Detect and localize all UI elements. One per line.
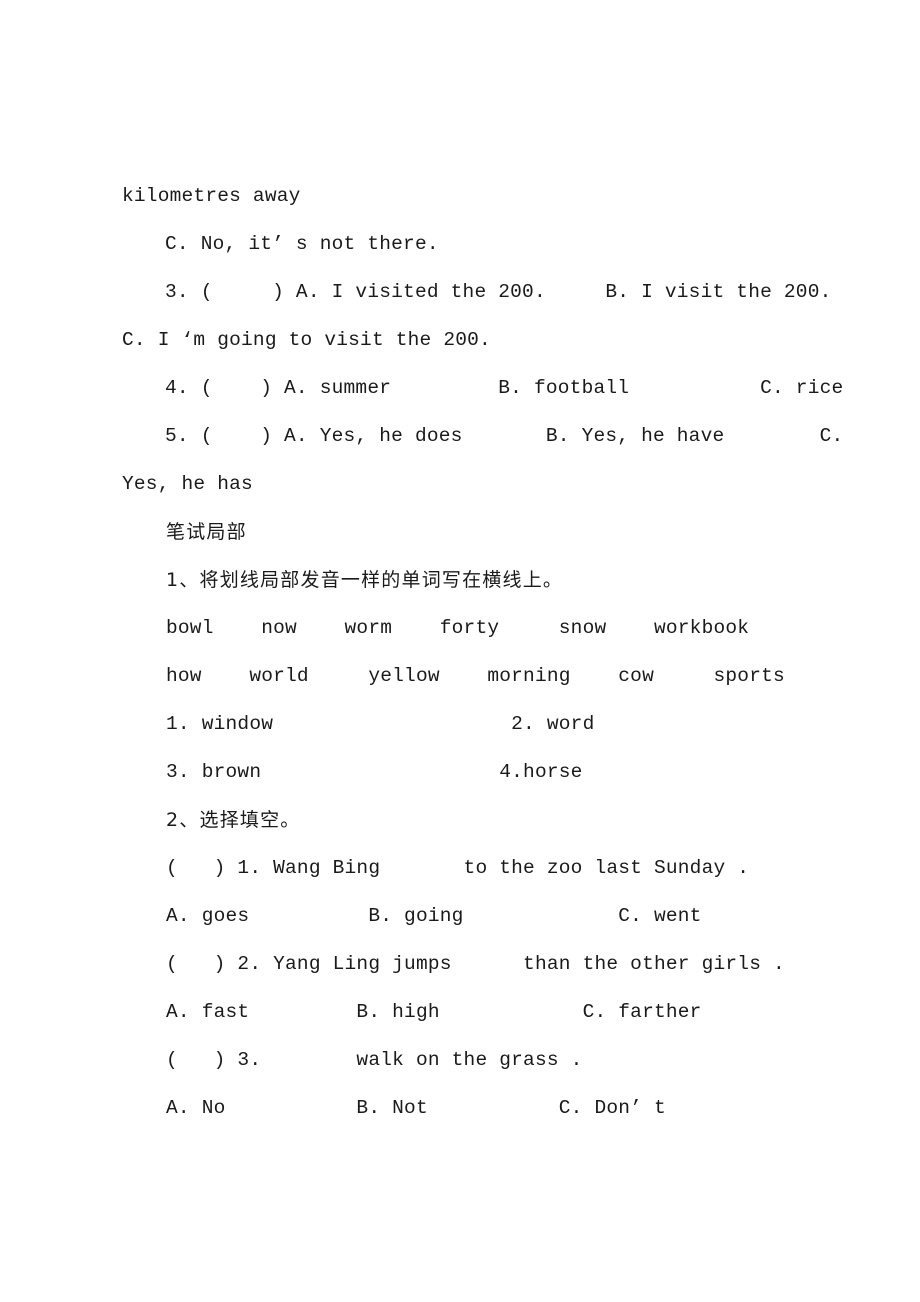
text-line: A. goes B. going C. went [166,905,702,927]
text-line: ( ) 1. Wang Bing to the zoo last Sunday … [166,857,750,879]
text-line: A. fast B. high C. farther [166,1001,702,1023]
text-line: 3. ( ) A. I visited the 200. B. I visit … [165,281,832,303]
exercise-2-instruction: 2、选择填空。 [166,809,301,831]
text-line: A. No B. Not C. Don’ t [166,1097,666,1119]
exercise-1-instruction: 1、将划线局部发音一样的单词写在横线上。 [166,569,564,591]
text-line: ( ) 3. walk on the grass . [166,1049,583,1071]
section-heading-written-part: 笔试局部 [166,521,247,543]
word-bank-row: bowl now worm forty snow workbook [166,617,750,639]
document-body: kilometres away C. No, it’ s not there. … [0,172,920,1132]
text-line: kilometres away [122,185,301,207]
text-line: 4. ( ) A. summer B. football C. rice [165,377,844,399]
text-line: 1. window 2. word [166,713,595,735]
document-page: kilometres away C. No, it’ s not there. … [0,0,920,1302]
text-line: Yes, he has [122,473,253,495]
word-bank-row: how world yellow morning cow sports [166,665,785,687]
text-line: 5. ( ) A. Yes, he does B. Yes, he have C… [165,425,844,447]
text-line: C. I ‘m going to visit the 200. [122,329,491,351]
text-line: 3. brown 4.horse [166,761,583,783]
text-line: C. No, it’ s not there. [165,233,439,255]
text-line: ( ) 2. Yang Ling jumps than the other gi… [166,953,785,975]
